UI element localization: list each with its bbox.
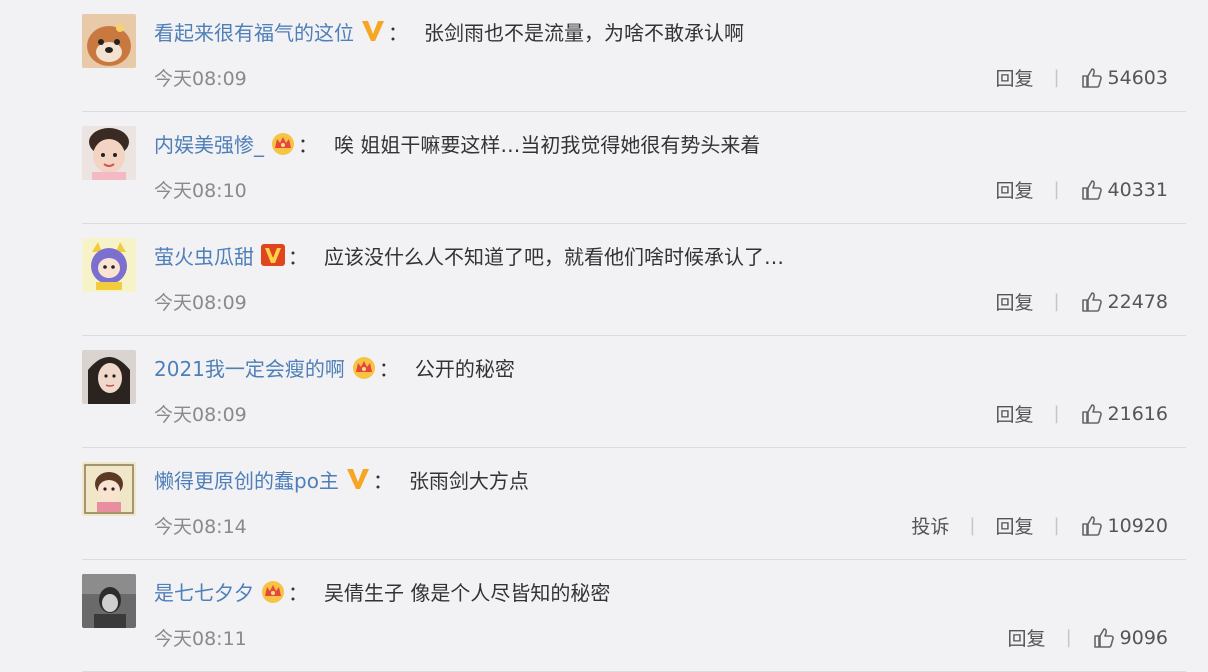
comment-item: 2021我一定会瘦的啊：公开的秘密 今天08:09 回复 | 21616	[82, 336, 1186, 448]
avatar[interactable]	[82, 238, 136, 292]
comment-time: 今天08:11	[154, 628, 247, 650]
comment-item: 懒得更原创的蠢po主：张雨剑大方点 今天08:14 投诉 | 回复 | 1092…	[82, 448, 1186, 560]
crown-icon	[262, 581, 284, 603]
crown-icon	[272, 133, 294, 155]
v-gold-icon	[362, 21, 384, 41]
reply-button[interactable]: 回复	[995, 288, 1033, 315]
reply-button[interactable]: 回复	[995, 512, 1033, 539]
thumbs-up-icon	[1081, 515, 1102, 536]
reply-button[interactable]: 回复	[1008, 624, 1046, 651]
username[interactable]: 2021我一定会瘦的啊	[154, 357, 345, 381]
like-count: 21616	[1107, 402, 1168, 425]
divider: |	[1053, 179, 1060, 200]
username[interactable]: 看起来很有福气的这位	[154, 21, 354, 45]
divider: |	[1053, 515, 1060, 536]
comment-time: 今天08:14	[154, 516, 247, 538]
divider: |	[1053, 67, 1060, 88]
divider: |	[969, 515, 976, 536]
like-button[interactable]: 40331	[1080, 178, 1168, 202]
username[interactable]: 内娱美强惨_	[154, 133, 264, 157]
comment-time: 今天08:09	[154, 404, 247, 426]
comment-time: 今天08:09	[154, 68, 247, 90]
username[interactable]: 是七七夕夕	[154, 581, 254, 605]
v-red-icon	[261, 244, 285, 266]
username[interactable]: 懒得更原创的蠢po主	[154, 469, 339, 493]
thumbs-up-icon	[1081, 179, 1102, 200]
comment-text: 唉 姐姐干嘛要这样…当初我觉得她很有势头来着	[334, 133, 761, 157]
reply-button[interactable]: 回复	[995, 176, 1033, 203]
comment-text: 应该没什么人不知道了吧，就看他们啥时候承认了…	[324, 245, 784, 269]
report-button[interactable]: 投诉	[911, 512, 949, 539]
avatar[interactable]	[82, 574, 136, 628]
v-gold-icon	[346, 469, 369, 489]
like-count: 54603	[1107, 66, 1168, 89]
divider: |	[1053, 291, 1060, 312]
comment-item: 内娱美强惨_：唉 姐姐干嘛要这样…当初我觉得她很有势头来着 今天08:10 回复…	[82, 112, 1186, 224]
reply-button[interactable]: 回复	[995, 64, 1033, 91]
comment-time: 今天08:10	[154, 180, 247, 202]
comment-list: 看起来很有福气的这位：张剑雨也不是流量，为啥不敢承认啊 今天08:09 回复 |…	[82, 0, 1186, 672]
like-count: 10920	[1107, 514, 1168, 537]
username[interactable]: 萤火虫瓜甜	[154, 245, 254, 269]
like-button[interactable]: 54603	[1080, 66, 1168, 90]
comment-time: 今天08:09	[154, 292, 247, 314]
like-button[interactable]: 21616	[1080, 402, 1168, 426]
avatar[interactable]	[82, 462, 136, 516]
avatar[interactable]	[82, 14, 136, 68]
thumbs-up-icon	[1093, 627, 1114, 648]
divider: |	[1053, 403, 1060, 424]
thumbs-up-icon	[1081, 67, 1102, 88]
comment-text: 张剑雨也不是流量，为啥不敢承认啊	[424, 21, 744, 45]
like-button[interactable]: 22478	[1080, 290, 1168, 314]
avatar[interactable]	[82, 126, 136, 180]
thumbs-up-icon	[1081, 403, 1102, 424]
like-count: 22478	[1107, 290, 1168, 313]
like-count: 9096	[1119, 626, 1168, 649]
like-button[interactable]: 9096	[1092, 626, 1168, 650]
thumbs-up-icon	[1081, 291, 1102, 312]
avatar[interactable]	[82, 350, 136, 404]
comment-text: 张雨剑大方点	[408, 469, 529, 493]
comment-item: 看起来很有福气的这位：张剑雨也不是流量，为啥不敢承认啊 今天08:09 回复 |…	[82, 0, 1186, 112]
comment-text: 吴倩生子 像是个人尽皆知的秘密	[324, 581, 611, 605]
divider: |	[1065, 627, 1072, 648]
comment-item: 是七七夕夕：吴倩生子 像是个人尽皆知的秘密 今天08:11 回复 | 9096	[82, 560, 1186, 672]
like-button[interactable]: 10920	[1080, 514, 1168, 538]
crown-icon	[352, 357, 375, 379]
comment-text: 公开的秘密	[414, 357, 515, 381]
comment-item: 萤火虫瓜甜：应该没什么人不知道了吧，就看他们啥时候承认了… 今天08:09 回复…	[82, 224, 1186, 336]
like-count: 40331	[1107, 178, 1168, 201]
reply-button[interactable]: 回复	[995, 400, 1033, 427]
